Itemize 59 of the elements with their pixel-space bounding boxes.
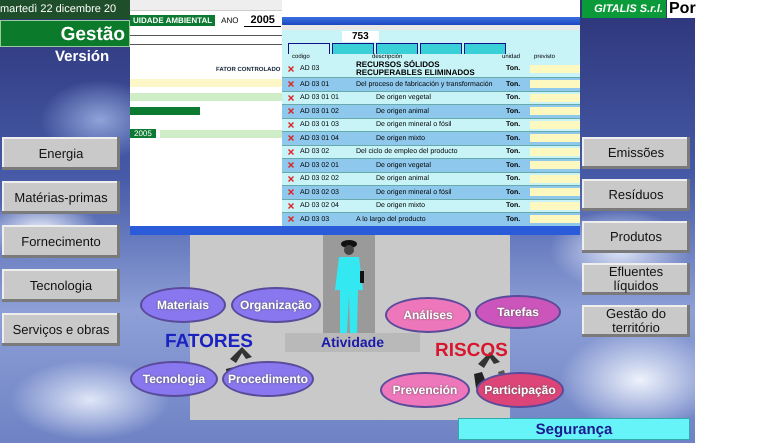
value-field[interactable] [530, 161, 580, 170]
menu-button[interactable]: Resíduos [582, 179, 690, 211]
menu-button[interactable]: Emissões [582, 137, 690, 169]
year-cell: 2005 [130, 129, 156, 138]
menu-button[interactable]: Matérias-primas [2, 181, 120, 214]
tab[interactable] [376, 43, 418, 54]
menu-button[interactable]: Serviços e obras [2, 313, 120, 346]
delete-icon[interactable] [288, 162, 294, 168]
delete-icon[interactable] [288, 202, 294, 209]
category-button[interactable]: Tarefas [475, 295, 561, 329]
year-label: ANO [221, 16, 238, 25]
tab[interactable] [288, 43, 330, 54]
date-text: martedì 22 dicembre 20 [0, 0, 130, 19]
value-field[interactable] [530, 65, 580, 73]
menu-button[interactable]: Energia [2, 137, 120, 170]
menu-button[interactable]: Gestão do território [582, 305, 690, 337]
value-field[interactable] [530, 94, 580, 102]
value-field[interactable] [530, 134, 580, 142]
company-name: GITALIS S.r.l. [582, 0, 666, 18]
number-field[interactable]: 753 [342, 30, 379, 42]
category-button[interactable]: Participação [476, 372, 564, 408]
value-field[interactable] [530, 188, 580, 196]
delete-icon[interactable] [288, 108, 294, 114]
category-button[interactable]: Materiais [140, 287, 226, 323]
value-field[interactable] [530, 80, 580, 88]
tab[interactable] [464, 43, 506, 54]
delete-icon[interactable] [288, 135, 294, 142]
value-field[interactable] [530, 148, 580, 156]
delete-icon[interactable] [288, 66, 294, 72]
year-field[interactable]: 2005 [244, 14, 281, 27]
delete-icon[interactable] [288, 148, 294, 155]
menu-button[interactable]: Tecnologia [2, 269, 120, 302]
delete-icon[interactable] [288, 216, 294, 222]
version-label: Versión [55, 48, 110, 65]
menu-button[interactable]: Fornecimento [2, 225, 120, 258]
header-text: Por [667, 0, 698, 18]
value-field[interactable] [530, 215, 580, 224]
table-cell-text: RECURSOS SÓLIDOS RECUPERABLES ELIMINADOS [356, 61, 476, 77]
delete-icon[interactable] [288, 176, 294, 182]
tab[interactable] [332, 43, 374, 54]
value-field[interactable] [530, 120, 580, 129]
app-title: Gestão [0, 20, 130, 47]
delete-icon[interactable] [288, 81, 294, 88]
factors-heading: FATORES [165, 331, 253, 353]
security-button[interactable]: Segurança [458, 418, 690, 440]
delete-icon[interactable] [288, 122, 294, 128]
menu-button[interactable]: Produtos [582, 221, 690, 253]
activity-label: Atividade [285, 333, 420, 352]
value-field[interactable] [530, 174, 580, 183]
form-bar [130, 107, 200, 115]
delete-icon[interactable] [288, 94, 294, 101]
delete-icon[interactable] [288, 189, 294, 196]
value-field[interactable] [530, 107, 580, 116]
risks-heading: RISCOS [435, 340, 508, 362]
value-field[interactable] [530, 202, 580, 210]
category-button[interactable]: Tecnologia [130, 361, 218, 397]
tab[interactable] [420, 43, 462, 54]
section-heading: UIDADE AMBIENTAL [130, 15, 216, 26]
menu-button[interactable]: Efluentes líquidos [582, 263, 690, 295]
